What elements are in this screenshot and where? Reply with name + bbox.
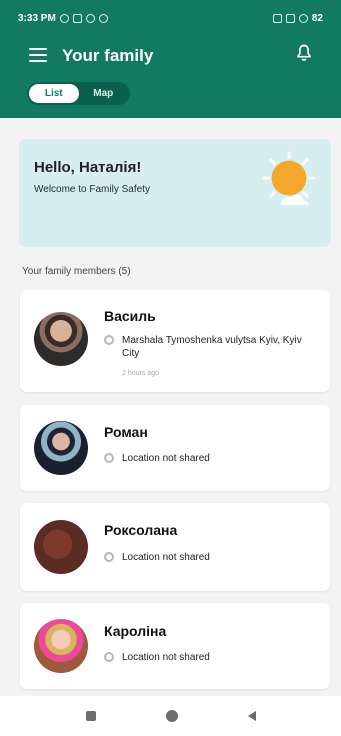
signal-icon [272,13,282,23]
battery-level: 82 [311,12,323,24]
member-location: Location not shared [104,651,307,664]
member-name: Василь [104,308,156,324]
tab-list[interactable]: List [29,84,79,103]
avatar [34,312,88,366]
app-bar: Your family [0,35,341,77]
welcome-card: Hello, Наталія! Welcome to Family Safety [19,139,331,247]
location-text: Location not shared [122,652,210,663]
location-text: Location not shared [122,453,210,464]
home-icon[interactable] [165,710,178,722]
member-location: Location not shared [104,551,307,564]
member-location: Location not shared [104,452,307,465]
greeting-title: Hello, Наталія! [34,159,142,176]
member-card-karolina[interactable]: Кароліна Location not shared [20,603,330,689]
app-header: 3:33 PM 82 Your family List Map [0,0,341,118]
system-navigation-bar [0,696,341,736]
location-pin-icon [104,453,114,463]
sun-icon [262,151,316,206]
member-card-roman[interactable]: Роман Location not shared [20,405,330,491]
page-title: Your family [62,46,154,65]
family-members-label: Your family members (5) [22,266,131,277]
member-name: Роман [104,424,148,440]
member-card-roksolana[interactable]: Роксолана Location not shared [20,503,330,591]
back-icon[interactable] [247,711,256,721]
avatar [34,520,88,574]
location-pin-icon [104,552,114,562]
status-bar: 3:33 PM 82 [18,10,323,26]
member-card-vasyl[interactable]: Василь Marshala Tymoshenka vulytsa Kyiv,… [20,290,330,392]
menu-icon[interactable] [29,48,47,62]
heart-icon [85,13,95,23]
member-location: Marshala Tymoshenka vulytsa Kyiv, Kyiv C… [104,334,307,360]
greeting-subtitle: Welcome to Family Safety [34,184,150,195]
location-text: Location not shared [122,552,210,563]
location-pin-icon [104,652,114,662]
avatar [34,421,88,475]
tab-map[interactable]: Map [79,84,129,103]
status-left: 3:33 PM [18,13,108,24]
bell-icon[interactable] [294,43,314,63]
avatar [34,619,88,673]
sync-icon [59,13,69,23]
last-updated-time: 2 hours ago [122,370,159,377]
message-icon [72,13,82,23]
view-toggle: List Map [27,82,130,105]
status-right: 82 [272,12,323,24]
member-name: Роксолана [104,522,178,538]
wifi-icon [298,13,308,23]
member-name: Кароліна [104,623,167,639]
location-text: Marshala Tymoshenka vulytsa Kyiv, Kyiv C… [122,335,302,359]
status-time: 3:33 PM [18,12,56,24]
settings-icon [98,13,108,23]
location-pin-icon [104,335,114,345]
recent-apps-icon[interactable] [85,711,96,721]
signal-icon [285,13,295,23]
